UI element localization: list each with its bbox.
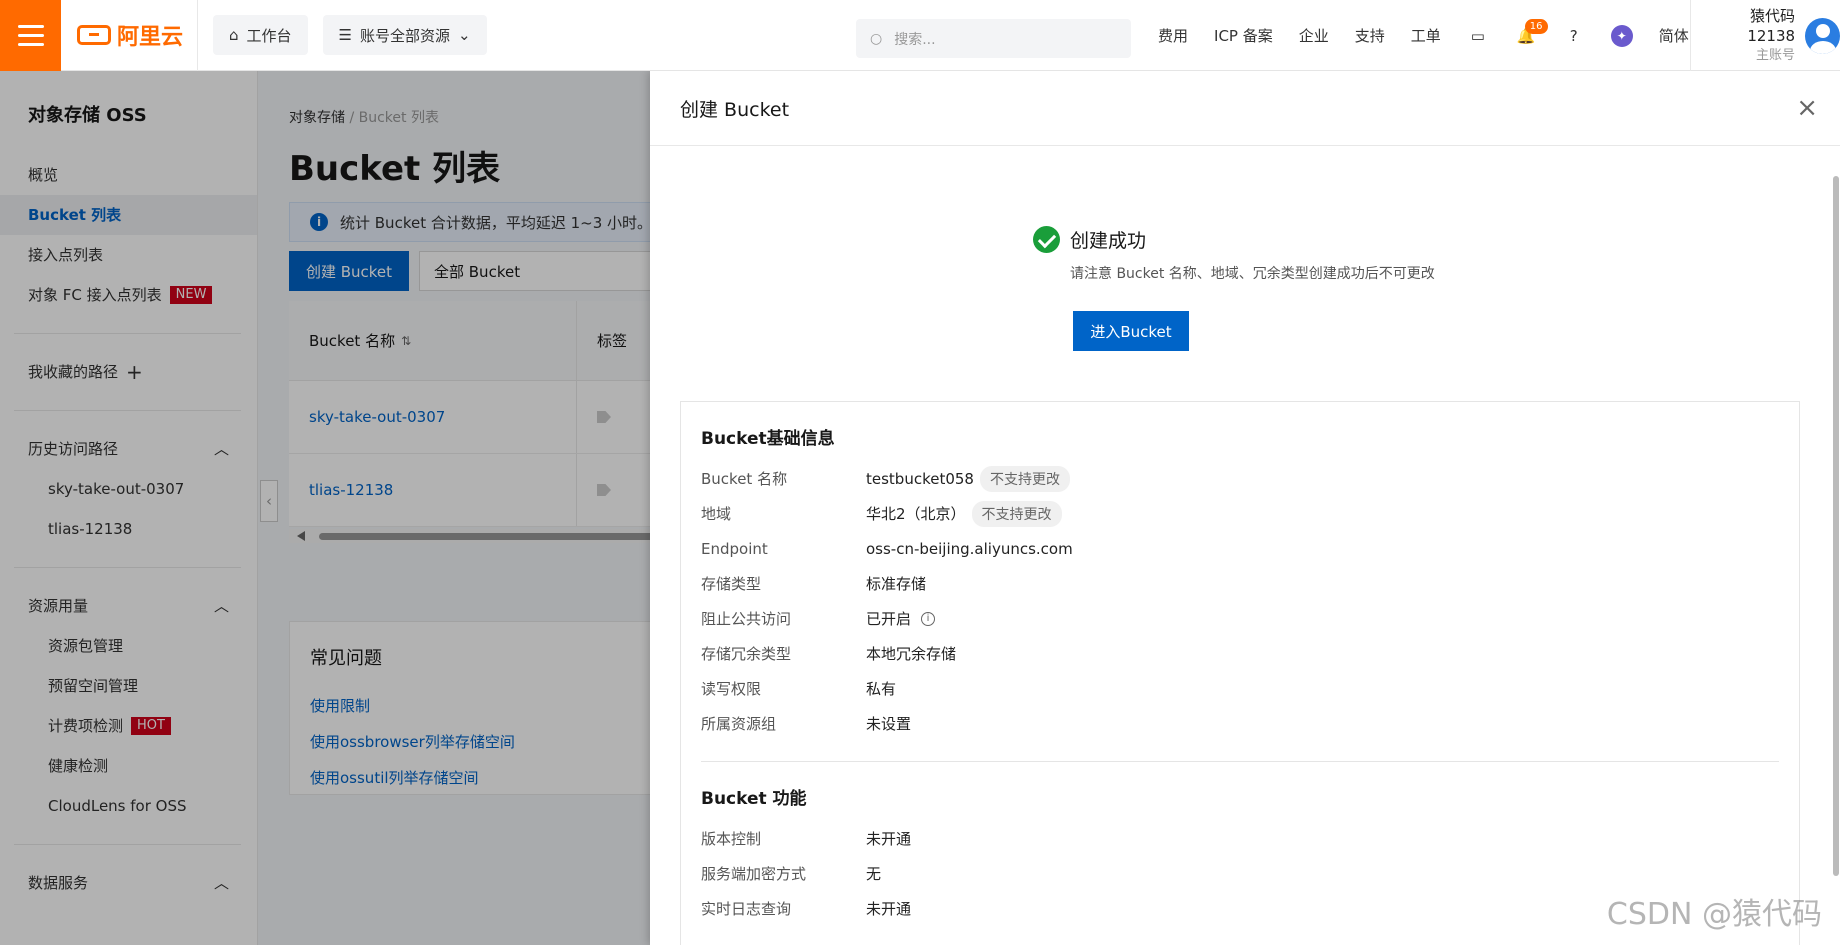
section-title: Bucket 功能: [701, 789, 807, 809]
enter-bucket-button[interactable]: 进入Bucket: [1073, 311, 1189, 351]
avatar[interactable]: [1805, 17, 1840, 54]
info-value: 已开启: [866, 610, 912, 628]
info-key: 读写权限: [701, 680, 762, 698]
info-value: 本地冗余存储: [866, 645, 957, 663]
info-row: 存储冗余类型 本地冗余存储: [701, 636, 1779, 671]
info-value: 无: [866, 865, 882, 883]
info-row: 读写权限 私有: [701, 671, 1779, 706]
check-circle-icon: [1033, 226, 1060, 253]
info-key: 存储冗余类型: [701, 645, 792, 663]
info-row: Bucket 名称 testbucket058 不支持更改: [701, 461, 1779, 496]
link-support[interactable]: 支持: [1355, 25, 1385, 46]
workbench-label: 工作台: [246, 26, 292, 45]
watermark: CSDN @猿代码: [1606, 897, 1822, 932]
info-key: 存储类型: [701, 575, 762, 593]
divider: [701, 761, 1779, 762]
top-links: 费用 ICP 备案 企业 支持 工单 ▭ 🔔 16 ? ✦ 简体: [1158, 0, 1689, 71]
info-value: oss-cn-beijing.aliyuncs.com: [866, 539, 1073, 558]
logo-icon: [77, 25, 111, 45]
modal-overlay[interactable]: [0, 71, 650, 945]
resources-dropdown[interactable]: ☰ 账号全部资源 ⌄: [322, 15, 487, 55]
info-key: 阻止公共访问: [701, 610, 792, 628]
terminal-icon[interactable]: ▭: [1467, 25, 1489, 47]
aliyun-logo[interactable]: 阿里云: [77, 19, 197, 51]
language-switch[interactable]: 简体: [1659, 25, 1689, 46]
drawer-header: 创建 Bucket ×: [650, 71, 1840, 146]
info-key: 版本控制: [701, 830, 762, 848]
info-value: 标准存储: [866, 575, 927, 593]
scroll-thumb[interactable]: [1833, 176, 1839, 876]
link-ticket[interactable]: 工单: [1411, 25, 1441, 46]
help-icon[interactable]: ?: [1563, 25, 1585, 47]
info-row: Endpoint oss-cn-beijing.aliyuncs.com: [701, 531, 1779, 566]
info-value: testbucket058: [866, 469, 974, 488]
info-circle-icon[interactable]: i: [921, 611, 936, 626]
info-key: Bucket 名称: [701, 470, 788, 488]
logo-text: 阿里云: [117, 25, 184, 50]
success-message: 创建成功 请注意 Bucket 名称、地域、冗余类型创建成功后不可更改: [1033, 226, 1435, 283]
create-bucket-drawer: 创建 Bucket × 创建成功 请注意 Bucket 名称、地域、冗余类型创建…: [650, 71, 1840, 945]
drawer-title: 创建 Bucket: [680, 98, 790, 121]
info-value: 未设置: [866, 715, 912, 733]
info-value: 华北2（北京）: [866, 505, 966, 523]
menu-icon[interactable]: [0, 0, 61, 71]
account-menu[interactable]: 猿代码12138 主账号: [1690, 0, 1840, 71]
account-type: 主账号: [1756, 47, 1796, 63]
info-row: 存储类型 标准存储: [701, 566, 1779, 601]
account-name: 猿代码12138: [1747, 6, 1796, 45]
bucket-info-card: Bucket基础信息 Bucket 名称 testbucket058 不支持更改 地…: [680, 401, 1800, 945]
close-icon[interactable]: ×: [1796, 95, 1818, 121]
info-row: 服务端加密方式 无: [701, 856, 1779, 891]
info-key: 所属资源组: [701, 715, 777, 733]
info-value: 私有: [866, 680, 897, 698]
success-title: 创建成功: [1070, 230, 1147, 252]
divider: [197, 0, 198, 71]
bell-icon[interactable]: 🔔 16: [1515, 18, 1548, 47]
link-enterprise[interactable]: 企业: [1299, 25, 1329, 46]
search-icon: ○: [870, 30, 883, 47]
info-key: 实时日志查询: [701, 900, 792, 918]
chevron-down-icon: ⌄: [458, 26, 471, 44]
info-key: Endpoint: [701, 539, 768, 558]
info-row: 所属资源组 未设置: [701, 706, 1779, 741]
list-icon: ☰: [338, 26, 352, 44]
info-row: 版本控制 未开通: [701, 821, 1779, 856]
resources-label: 账号全部资源: [360, 26, 451, 45]
info-row: 地域 华北2（北京） 不支持更改: [701, 496, 1779, 531]
link-billing[interactable]: 费用: [1158, 25, 1188, 46]
info-key: 服务端加密方式: [701, 865, 807, 883]
success-description: 请注意 Bucket 名称、地域、冗余类型创建成功后不可更改: [1070, 266, 1435, 282]
search-input[interactable]: ○ 搜索...: [856, 19, 1131, 58]
immutable-badge: 不支持更改: [971, 500, 1062, 527]
home-icon: ⌂: [229, 26, 239, 44]
immutable-badge: 不支持更改: [979, 465, 1070, 492]
workbench-button[interactable]: ⌂ 工作台: [213, 15, 308, 55]
notification-badge: 16: [1524, 18, 1548, 34]
ai-assistant-icon[interactable]: ✦: [1610, 24, 1633, 47]
drawer-scrollbar[interactable]: [1832, 156, 1840, 936]
section-title: Bucket基础信息: [701, 429, 835, 449]
link-icp[interactable]: ICP 备案: [1214, 25, 1273, 46]
info-value: 未开通: [866, 830, 912, 848]
info-key: 地域: [701, 505, 732, 523]
info-value: 未开通: [866, 900, 912, 918]
info-row: 阻止公共访问 已开启 i: [701, 601, 1779, 636]
search-placeholder: 搜索...: [894, 31, 936, 48]
